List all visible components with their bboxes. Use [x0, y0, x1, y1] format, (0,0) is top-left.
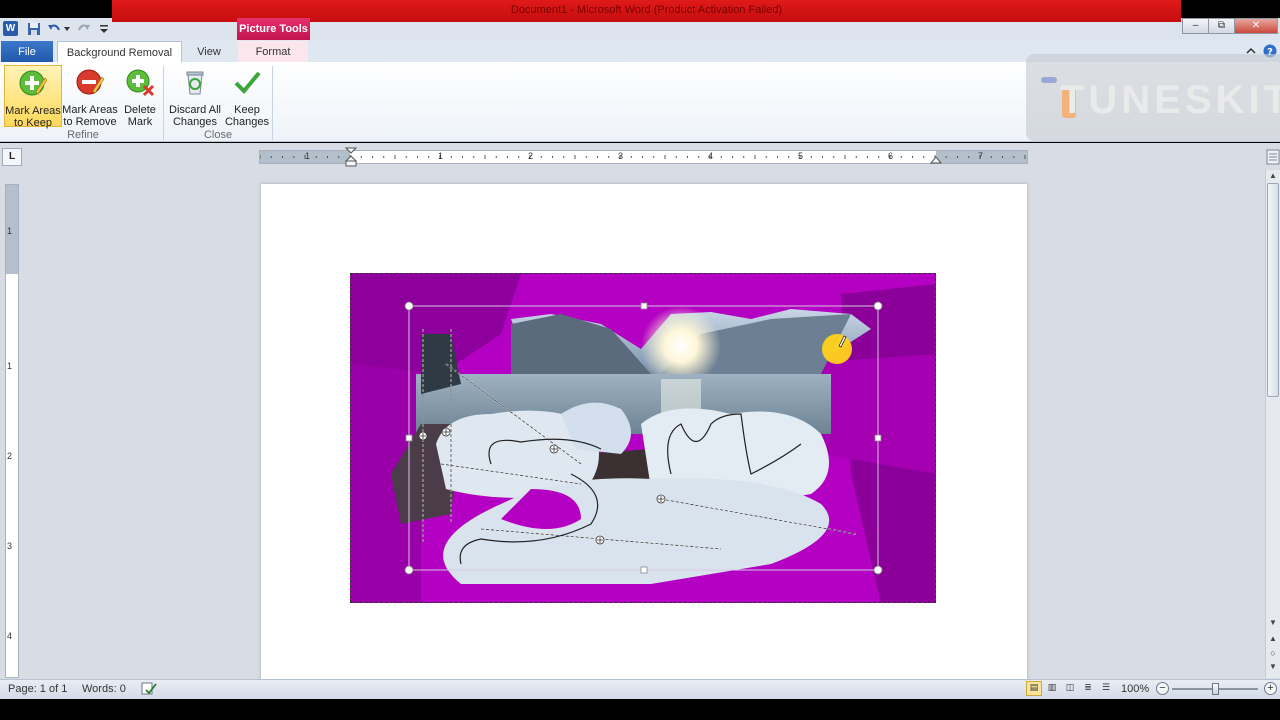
ruler-number: 4	[708, 151, 714, 161]
outline-view-icon[interactable]: ≣	[1080, 681, 1096, 696]
delete-mark-icon	[126, 69, 155, 97]
page-count[interactable]: Page: 1 of 1	[8, 683, 67, 695]
discard-all-changes-button[interactable]: Discard All Changes	[166, 65, 224, 128]
screen-bottom-bar	[0, 699, 1280, 720]
group-separator	[163, 66, 164, 140]
delete-mark-button[interactable]: Delete Mark	[120, 65, 160, 128]
print-layout-view-icon[interactable]: ▤	[1026, 681, 1042, 696]
watermark-text: TUNESKIT	[1060, 78, 1280, 122]
word-count[interactable]: Words: 0	[82, 683, 126, 695]
word-logo-icon[interactable]: W	[3, 21, 18, 36]
discard-label-1: Discard All	[169, 104, 221, 116]
zoom-slider-thumb[interactable]	[1212, 683, 1219, 695]
watermark-logo-dot	[1041, 77, 1057, 83]
tab-view[interactable]: View	[188, 41, 230, 63]
minus-pencil-icon	[76, 69, 105, 95]
view-ruler-icon[interactable]	[1266, 149, 1280, 165]
ruler-number: 5	[798, 151, 804, 161]
ruler-number: 1	[7, 226, 13, 236]
right-indent-marker-icon[interactable]	[930, 155, 942, 164]
picture-canvas	[351, 274, 935, 602]
tab-format[interactable]: Format	[238, 41, 308, 63]
refine-group-label: Refine	[67, 129, 99, 141]
ruler-number: 3	[618, 151, 624, 161]
tab-background-removal[interactable]: Background Removal	[57, 41, 182, 63]
minimize-button[interactable]: –	[1182, 18, 1209, 34]
mark-remove-label-1: Mark Areas	[62, 104, 118, 116]
save-icon[interactable]	[26, 21, 42, 37]
undo-dropdown-icon[interactable]	[63, 25, 71, 33]
ruler-number: 1	[438, 151, 444, 161]
window-title: Document1 - Microsoft Word (Product Acti…	[510, 4, 783, 16]
undo-icon[interactable]	[46, 21, 62, 37]
ruler-number: 4	[7, 631, 13, 641]
close-button[interactable]: ✕	[1234, 18, 1278, 34]
checkmark-icon	[234, 71, 261, 94]
proofing-icon[interactable]	[140, 681, 158, 696]
zoom-out-button[interactable]: −	[1156, 682, 1169, 695]
keep-changes-button[interactable]: Keep Changes	[224, 65, 270, 128]
mark-remove-label-2: to Remove	[63, 116, 117, 128]
scrollbar-thumb[interactable]	[1267, 183, 1279, 397]
recycle-bin-icon	[186, 71, 204, 95]
previous-page-icon[interactable]: ▲	[1266, 634, 1280, 643]
mark-keep-label-2: to Keep	[14, 117, 52, 129]
ruler-number: 2	[528, 151, 534, 161]
zoom-in-button[interactable]: +	[1264, 682, 1277, 695]
full-screen-reading-icon[interactable]: ▥	[1044, 681, 1060, 696]
delete-mark-label-1: Delete	[124, 104, 156, 116]
group-separator	[272, 66, 273, 140]
redo-icon[interactable]	[76, 21, 92, 37]
web-layout-icon[interactable]: ◫	[1062, 681, 1078, 696]
ruler-number: 7	[978, 151, 984, 161]
ruler-number: 1	[7, 361, 13, 371]
draft-view-icon[interactable]: ☰	[1098, 681, 1114, 696]
next-page-icon[interactable]: ▼	[1266, 662, 1280, 671]
mark-areas-to-remove-button[interactable]: Mark Areas to Remove	[62, 65, 118, 128]
keep-changes-label-1: Keep	[234, 104, 260, 116]
picture-background-removal[interactable]	[350, 273, 936, 603]
close-group-label: Close	[203, 129, 233, 141]
mark-keep-label-1: Mark Areas	[5, 105, 61, 117]
scroll-down-arrow-icon[interactable]: ▼	[1266, 618, 1280, 627]
picture-tools-context-label: Picture Tools	[237, 18, 310, 40]
discard-label-2: Changes	[172, 116, 218, 128]
tab-selector[interactable]: L	[2, 148, 22, 166]
ruler-number: 3	[7, 541, 13, 551]
restore-button[interactable]: ⧉	[1208, 18, 1235, 34]
plus-pencil-icon	[19, 70, 48, 96]
indent-marker-icon[interactable]	[345, 147, 357, 167]
mark-areas-to-keep-button[interactable]: Mark Areas to Keep	[4, 65, 62, 129]
ruler-ticks	[260, 155, 1026, 159]
scroll-up-arrow-icon[interactable]: ▲	[1266, 171, 1280, 180]
zoom-level[interactable]: 100%	[1121, 683, 1149, 695]
customize-toolbar-icon[interactable]	[96, 21, 112, 37]
browse-object-icon[interactable]: ○	[1266, 648, 1280, 658]
tab-file[interactable]: File	[1, 41, 53, 63]
ruler-number: 1	[305, 151, 311, 161]
delete-mark-label-2: Mark	[127, 116, 153, 128]
keep-changes-label-2: Changes	[224, 116, 270, 128]
ruler-number: 2	[7, 451, 13, 461]
ruler-number: 6	[888, 151, 894, 161]
